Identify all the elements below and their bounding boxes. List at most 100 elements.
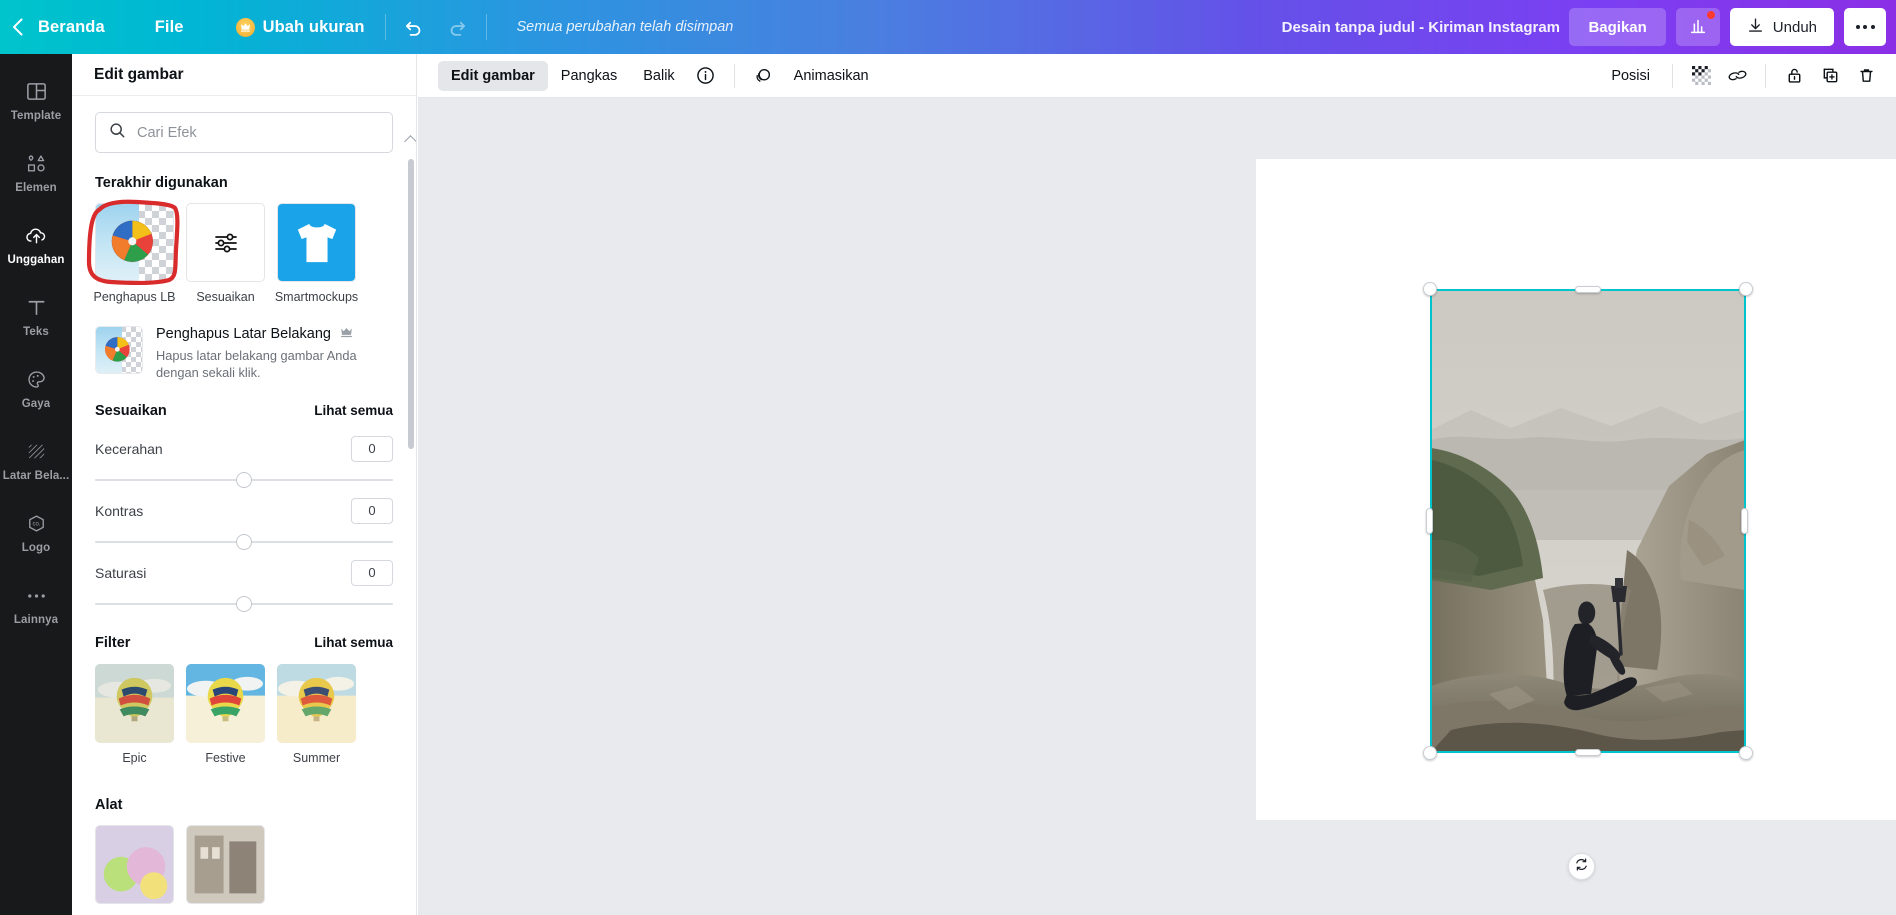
tab-edit-gambar[interactable]: Edit gambar bbox=[438, 60, 548, 91]
sidebar-label-elemen: Elemen bbox=[15, 181, 57, 194]
promo-title-row: Penghapus Latar Belakang bbox=[156, 326, 368, 342]
home-button[interactable]: Beranda bbox=[34, 0, 139, 54]
insights-button[interactable] bbox=[1675, 8, 1720, 46]
search-effect-box[interactable] bbox=[95, 112, 393, 153]
editor-toolbar: Edit gambar Pangkas Balik Animasikan Pos… bbox=[418, 54, 1896, 98]
slider-saturasi-value[interactable]: 0 bbox=[351, 560, 393, 587]
slider-kontras-track[interactable] bbox=[95, 534, 393, 551]
duplicate-icon[interactable] bbox=[1814, 60, 1846, 92]
selected-photo-element[interactable] bbox=[1431, 290, 1745, 752]
scroll-up-arrow[interactable] bbox=[404, 135, 416, 148]
resize-handle-top-right[interactable] bbox=[1739, 282, 1753, 296]
slider-saturasi-knob[interactable] bbox=[236, 596, 252, 613]
slider-kecerahan-label: Kecerahan bbox=[95, 441, 163, 458]
toolbar-separator-3 bbox=[1765, 63, 1766, 88]
download-label: Unduh bbox=[1772, 18, 1817, 36]
top-bar-left: Beranda File Ubah ukuran Semua perubahan… bbox=[0, 0, 733, 54]
adjust-section-header: Sesuaikan Lihat semua bbox=[95, 403, 393, 419]
download-button[interactable]: Unduh bbox=[1729, 8, 1834, 46]
tab-balik[interactable]: Balik bbox=[630, 61, 687, 91]
sidebar-item-teks[interactable]: Teks bbox=[0, 280, 72, 352]
lock-icon[interactable] bbox=[1778, 60, 1810, 92]
sidebar-item-elemen[interactable]: Elemen bbox=[0, 136, 72, 208]
redo-icon[interactable] bbox=[439, 7, 479, 47]
more-options-button[interactable] bbox=[1844, 8, 1886, 46]
rotate-icon bbox=[1574, 857, 1589, 877]
filter-summer-thumb bbox=[277, 664, 356, 744]
top-bar: Beranda File Ubah ukuran Semua perubahan… bbox=[0, 0, 1896, 54]
slider-kecerahan-header: Kecerahan 0 bbox=[95, 436, 393, 463]
crown-icon bbox=[235, 17, 255, 37]
palette-icon bbox=[25, 367, 48, 393]
sidebar-item-unggahan[interactable]: Unggahan bbox=[0, 208, 72, 280]
tool-item-2-thumb bbox=[186, 825, 265, 905]
trash-icon[interactable] bbox=[1850, 60, 1882, 92]
resize-handle-bottom-left[interactable] bbox=[1423, 746, 1437, 760]
top-bar-right: Bagikan Unduh bbox=[1569, 8, 1896, 46]
slider-kecerahan-track[interactable] bbox=[95, 472, 393, 489]
resize-handle-bottom-center[interactable] bbox=[1575, 749, 1601, 756]
search-icon bbox=[109, 122, 126, 144]
resize-handle-top-left[interactable] bbox=[1423, 282, 1437, 296]
canvas-stage[interactable]: + Tambah halaman bbox=[418, 98, 1896, 915]
tool-sesuaikan[interactable]: Sesuaikan bbox=[186, 203, 265, 304]
filter-summer[interactable]: Summer bbox=[277, 664, 356, 765]
chevron-left-icon[interactable] bbox=[0, 0, 34, 54]
cloud-upload-icon bbox=[24, 223, 49, 249]
tool-item-1-thumb bbox=[95, 825, 174, 905]
filter-epic-thumb bbox=[95, 664, 174, 744]
resize-handle-middle-left[interactable] bbox=[1426, 508, 1433, 534]
slider-kontras-value[interactable]: 0 bbox=[351, 498, 393, 525]
sidebar-item-template[interactable]: Template bbox=[0, 64, 72, 136]
tool-penghapus-lb[interactable]: Penghapus LB bbox=[86, 199, 180, 304]
filter-section-header: Filter Lihat semua bbox=[95, 635, 393, 651]
resize-handle-middle-right[interactable] bbox=[1741, 508, 1748, 534]
bar-chart-icon bbox=[1688, 16, 1708, 39]
slider-kontras-header: Kontras 0 bbox=[95, 498, 393, 525]
tool-label-smartmockups: Smartmockups bbox=[274, 290, 359, 304]
animate-button[interactable]: Animasikan bbox=[781, 61, 882, 91]
rotate-handle[interactable] bbox=[1568, 853, 1595, 880]
undo-icon[interactable] bbox=[393, 7, 433, 47]
resize-handle-bottom-right[interactable] bbox=[1739, 746, 1753, 760]
beachball-icon bbox=[111, 220, 154, 263]
filter-festive[interactable]: Festive bbox=[186, 664, 265, 765]
link-icon[interactable] bbox=[1721, 60, 1753, 92]
tool-item-1[interactable] bbox=[95, 825, 174, 905]
filter-epic[interactable]: Epic bbox=[95, 664, 174, 765]
scrollbar-thumb[interactable] bbox=[408, 159, 414, 449]
sidebar-item-latar-belakang[interactable]: Latar Bela... bbox=[0, 424, 72, 496]
tab-pangkas[interactable]: Pangkas bbox=[548, 61, 630, 91]
sidebar-label-lainnya: Lainnya bbox=[13, 613, 59, 626]
adjust-see-all[interactable]: Lihat semua bbox=[314, 403, 393, 418]
tool-label-sesuaikan: Sesuaikan bbox=[196, 290, 255, 304]
resize-button[interactable]: Ubah ukuran bbox=[220, 0, 381, 54]
filter-see-all[interactable]: Lihat semua bbox=[314, 635, 393, 650]
panel-scrollbar[interactable] bbox=[408, 147, 414, 907]
sidebar-item-lainnya[interactable]: Lainnya bbox=[0, 568, 72, 640]
slider-saturasi-track[interactable] bbox=[95, 596, 393, 613]
sidebar-item-logo[interactable]: co. Logo bbox=[0, 496, 72, 568]
transparency-icon[interactable] bbox=[1685, 60, 1717, 92]
beachball-transparent-thumb bbox=[95, 203, 174, 282]
share-button[interactable]: Bagikan bbox=[1569, 8, 1666, 46]
search-input[interactable] bbox=[137, 124, 379, 141]
info-circle-icon[interactable] bbox=[690, 60, 722, 92]
bg-remover-promo[interactable]: Penghapus Latar Belakang Hapus latar bel… bbox=[95, 326, 393, 381]
tool-item-2[interactable] bbox=[186, 825, 265, 905]
sidebar-item-gaya[interactable]: Gaya bbox=[0, 352, 72, 424]
animate-icon[interactable] bbox=[747, 60, 779, 92]
sidebar-label-teks: Teks bbox=[23, 325, 49, 338]
resize-handle-top-center[interactable] bbox=[1575, 286, 1601, 293]
position-button[interactable]: Posisi bbox=[1599, 61, 1662, 91]
slider-kecerahan-value[interactable]: 0 bbox=[351, 436, 393, 463]
slider-saturasi-header: Saturasi 0 bbox=[95, 560, 393, 587]
file-menu-button[interactable]: File bbox=[139, 0, 220, 54]
canyon-photo bbox=[1431, 290, 1745, 752]
sidebar-label-logo: Logo bbox=[21, 541, 51, 554]
tool-smartmockups[interactable]: Smartmockups bbox=[274, 203, 359, 304]
toolbar-separator-2 bbox=[1672, 63, 1673, 88]
slider-kecerahan-knob[interactable] bbox=[236, 472, 252, 489]
recent-section-title: Terakhir digunakan bbox=[95, 175, 228, 191]
slider-kontras-knob[interactable] bbox=[236, 534, 252, 551]
